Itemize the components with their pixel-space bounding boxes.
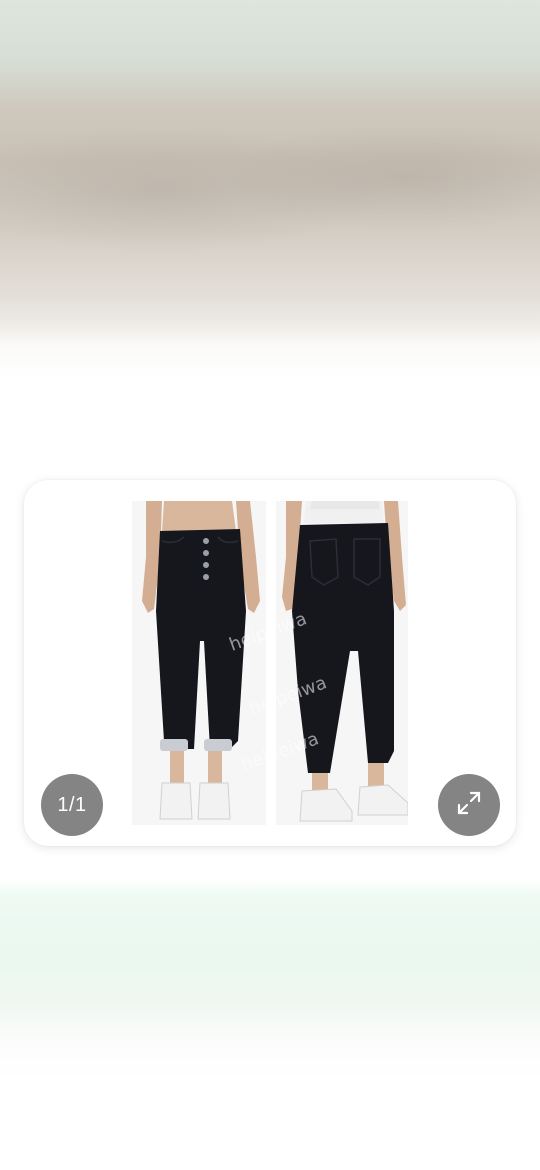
image-viewer-card: heipeiwa heipeiwa heipeiwa 1/1 bbox=[24, 480, 516, 846]
image-counter-badge: 1/1 bbox=[41, 774, 103, 836]
product-image[interactable]: heipeiwa heipeiwa heipeiwa bbox=[132, 501, 408, 825]
expand-button[interactable] bbox=[438, 774, 500, 836]
expand-arrows-icon bbox=[451, 785, 487, 826]
